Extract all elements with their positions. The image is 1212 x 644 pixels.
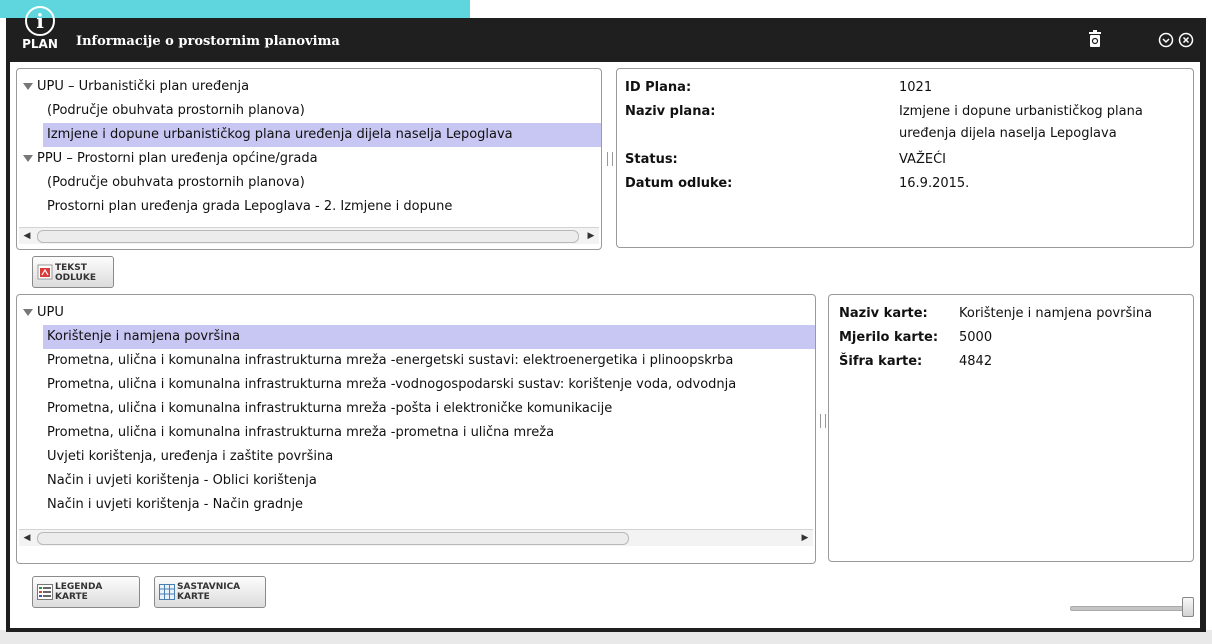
close-icon[interactable] xyxy=(1178,32,1194,48)
scroll-right-icon[interactable]: ▶ xyxy=(797,530,813,546)
plan-date-value: 16.9.2015. xyxy=(899,176,970,191)
map-info-panel: Naziv karte: Korištenje i namjena površi… xyxy=(828,294,1194,562)
plan-status-value: VAŽEĆI xyxy=(899,152,946,167)
plan-id-value: 1021 xyxy=(899,80,933,95)
scroll-left-icon[interactable]: ◀ xyxy=(19,530,35,546)
plan-name-label: Naziv plana: xyxy=(625,104,716,119)
maps-tree-panel: UPU Korištenje i namjena površina Promet… xyxy=(16,294,816,564)
title-bar[interactable]: i PLAN Informacije o prostornim planovim… xyxy=(6,6,1206,62)
tree-group-sublabel: (Područje obuhvata prostornih planova) xyxy=(47,175,305,190)
plan-status-label: Status: xyxy=(625,152,678,167)
plans-tree: UPU – Urbanistički plan uređenja (Područ… xyxy=(17,75,601,219)
map-scale-value: 5000 xyxy=(959,330,993,345)
scrollbar-thumb[interactable] xyxy=(37,230,579,243)
maps-tree-root[interactable]: UPU xyxy=(17,301,815,325)
tree-group-label: UPU – Urbanistički plan uređenja xyxy=(37,79,250,94)
background-area xyxy=(470,0,1212,18)
map-legend-button[interactable]: LEGENDA KARTE xyxy=(32,576,140,608)
tree-group-label: PPU – Prostorni plan uređenja općine/gra… xyxy=(37,151,318,166)
map-code-label: Šifra karte: xyxy=(839,354,923,369)
decision-text-button-label: TEKST ODLUKE xyxy=(55,263,96,283)
top-splitter-handle[interactable] xyxy=(607,152,613,166)
map-item[interactable]: Prometna, ulična i komunalna infrastrukt… xyxy=(17,397,815,421)
table-icon xyxy=(159,584,175,600)
tree-group-ppu[interactable]: PPU – Prostorni plan uređenja općine/gra… xyxy=(17,147,601,171)
opacity-slider-track[interactable] xyxy=(1070,606,1190,611)
map-item[interactable]: Način i uvjeti korištenja - Oblici koriš… xyxy=(17,469,815,493)
plan-name-value-line2: uređenja dijela naselja Lepoglava xyxy=(899,126,1117,141)
tree-item-plan[interactable]: Prostorni plan uređenja grada Lepoglava … xyxy=(17,195,601,219)
button-label-line: TEKST xyxy=(55,263,87,273)
map-item[interactable]: Prometna, ulična i komunalna infrastrukt… xyxy=(17,421,815,445)
map-item[interactable]: Prometna, ulična i komunalna infrastrukt… xyxy=(17,373,815,397)
button-label-line: ODLUKE xyxy=(55,273,96,283)
background-strip xyxy=(0,0,470,18)
tree-item-plan[interactable]: Izmjene i dopune urbanističkog plana ure… xyxy=(43,123,601,147)
map-item[interactable]: Prometna, ulična i komunalna infrastrukt… xyxy=(17,349,815,373)
tree-group-upu[interactable]: UPU – Urbanistički plan uređenja xyxy=(17,75,601,99)
background-bottom xyxy=(0,630,1212,644)
plan-info-panel: ID Plana: 1021 Naziv plana: Izmjene i do… xyxy=(616,68,1194,248)
maps-tree-root-label: UPU xyxy=(37,305,64,320)
window-content: UPU – Urbanistički plan uređenja (Područ… xyxy=(10,62,1200,628)
map-composition-button[interactable]: SASTAVNICA KARTE xyxy=(154,576,266,608)
plans-horizontal-scrollbar[interactable]: ◀ ▶ xyxy=(19,227,599,244)
button-label-line: KARTE xyxy=(55,592,88,602)
map-composition-button-label: SASTAVNICA KARTE xyxy=(177,582,240,602)
plan-logo: i PLAN xyxy=(18,6,62,62)
map-scale-label: Mjerilo karte: xyxy=(839,330,939,345)
map-item[interactable]: Korištenje i namjena površina xyxy=(43,325,815,349)
map-item[interactable]: Uvjeti korištenja, uređenja i zaštite po… xyxy=(17,445,815,469)
map-name-value: Korištenje i namjena površina xyxy=(959,306,1153,321)
plan-info-window: i PLAN Informacije o prostornim planovim… xyxy=(6,6,1206,632)
expand-triangle-icon[interactable] xyxy=(23,309,33,316)
maps-horizontal-scrollbar[interactable]: ◀ ▶ xyxy=(19,529,813,546)
map-name-label: Naziv karte: xyxy=(839,306,928,321)
info-icon: i xyxy=(25,6,55,36)
plan-name-value-line1: Izmjene i dopune urbanističkog plana xyxy=(899,104,1143,119)
expand-triangle-icon[interactable] xyxy=(23,83,33,90)
map-code-value: 4842 xyxy=(959,354,993,369)
window-title: Informacije o prostornim planovima xyxy=(76,34,340,49)
maps-tree: UPU Korištenje i namjena površina Promet… xyxy=(17,301,815,517)
map-legend-button-label: LEGENDA KARTE xyxy=(55,582,102,602)
opacity-slider-thumb[interactable] xyxy=(1182,597,1194,617)
bottom-splitter-handle[interactable] xyxy=(820,414,826,428)
pdf-icon xyxy=(37,264,53,280)
scroll-right-icon[interactable]: ▶ xyxy=(583,228,599,244)
map-item[interactable]: Način i uvjeti korištenja - Način gradnj… xyxy=(17,493,815,517)
tree-group-sublabel: (Područje obuhvata prostornih planova) xyxy=(47,103,305,118)
plans-tree-panel: UPU – Urbanistički plan uređenja (Područ… xyxy=(16,68,602,250)
button-label-line: SASTAVNICA xyxy=(177,582,241,592)
logo-text: PLAN xyxy=(22,37,58,51)
legend-icon xyxy=(37,584,53,600)
plan-id-label: ID Plana: xyxy=(625,80,692,95)
expand-triangle-icon[interactable] xyxy=(23,155,33,162)
button-label-line: LEGENDA xyxy=(55,582,103,592)
button-label-line: KARTE xyxy=(177,592,210,602)
scrollbar-thumb[interactable] xyxy=(37,532,629,545)
trash-icon[interactable] xyxy=(1088,30,1102,48)
decision-text-button[interactable]: TEKST ODLUKE xyxy=(32,256,114,288)
plan-date-label: Datum odluke: xyxy=(625,176,733,191)
scroll-left-icon[interactable]: ◀ xyxy=(19,228,35,244)
collapse-icon[interactable] xyxy=(1158,32,1174,48)
